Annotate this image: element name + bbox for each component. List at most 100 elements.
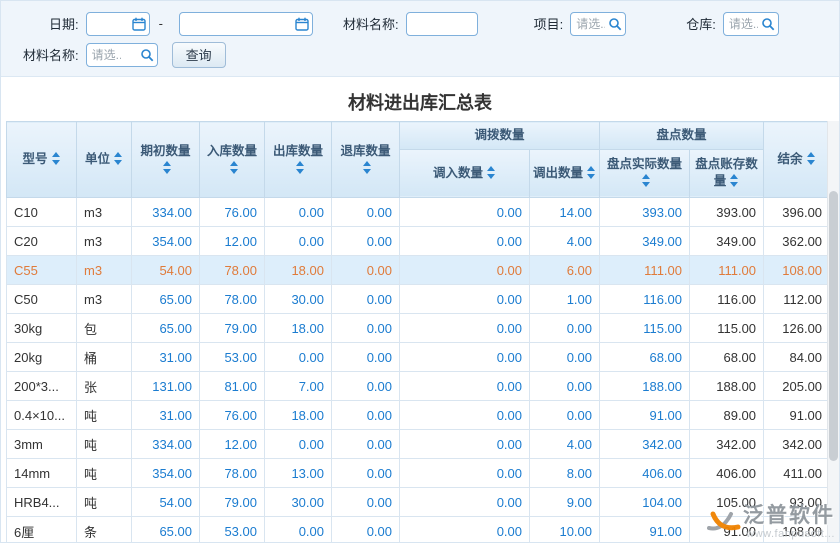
- cell-transfer-out: 4.00: [530, 430, 600, 459]
- table-row[interactable]: 6厘条65.0053.000.000.000.0010.0091.0091.00…: [7, 517, 830, 543]
- col-group-stocktake: 盘点数量: [600, 122, 764, 150]
- col-header-transfer-out[interactable]: 调出数量: [530, 149, 600, 197]
- cell-inbound: 79.00: [200, 488, 265, 517]
- cell-transfer-out: 4.00: [530, 227, 600, 256]
- table-row[interactable]: 200*3...张131.0081.007.000.000.000.00188.…: [7, 372, 830, 401]
- col-header-stocktake-actual[interactable]: 盘点实际数量: [600, 149, 690, 197]
- cell-stocktake-actual: 115.00: [600, 314, 690, 343]
- table-row[interactable]: 3mm吨334.0012.000.000.000.004.00342.00342…: [7, 430, 830, 459]
- calendar-icon[interactable]: [295, 17, 309, 31]
- sort-icon[interactable]: [363, 161, 372, 174]
- warehouse-select[interactable]: 请选...: [723, 12, 779, 36]
- search-icon[interactable]: [761, 17, 775, 31]
- col-header-label: 单位: [85, 152, 110, 166]
- col-header-stocktake-book[interactable]: 盘点账存数量: [690, 149, 764, 197]
- cell-outbound: 0.00: [265, 517, 332, 543]
- sort-icon[interactable]: [230, 161, 239, 174]
- cell-inbound: 78.00: [200, 459, 265, 488]
- sort-icon[interactable]: [730, 174, 739, 187]
- material-name-field[interactable]: [407, 13, 477, 35]
- cell-stocktake-actual: 68.00: [600, 343, 690, 372]
- material-name-input[interactable]: [406, 12, 478, 36]
- sort-icon[interactable]: [587, 166, 596, 179]
- filter-row-2: 材料名称: 请选... 查询: [11, 39, 829, 70]
- table-row[interactable]: C55m354.0078.0018.000.000.006.00111.0011…: [7, 256, 830, 285]
- cell-beginning: 65.00: [132, 517, 200, 543]
- cell-inbound: 78.00: [200, 256, 265, 285]
- table-row[interactable]: 0.4×10...吨31.0076.0018.000.000.000.0091.…: [7, 401, 830, 430]
- table-row[interactable]: 14mm吨354.0078.0013.000.000.008.00406.004…: [7, 459, 830, 488]
- col-header-model[interactable]: 型号: [7, 122, 77, 198]
- cell-model: 20kg: [7, 343, 77, 372]
- date-to-input[interactable]: [179, 12, 313, 36]
- date-from-input[interactable]: [86, 12, 150, 36]
- cell-balance: 91.00: [764, 401, 829, 430]
- col-header-transfer-in[interactable]: 调入数量: [400, 149, 530, 197]
- col-header-beginning[interactable]: 期初数量: [132, 122, 200, 198]
- cell-outbound: 18.00: [265, 314, 332, 343]
- date-to-field[interactable]: [180, 13, 312, 35]
- sort-icon[interactable]: [296, 161, 305, 174]
- cell-transfer-in: 0.00: [400, 430, 530, 459]
- cell-model: 3mm: [7, 430, 77, 459]
- cell-beginning: 65.00: [132, 285, 200, 314]
- col-header-outbound[interactable]: 出库数量: [265, 122, 332, 198]
- cell-returned: 0.00: [332, 256, 400, 285]
- table-header: 型号 单位 期初数量 入库数量 出库数量 退库数量 调拨数量 盘点数量 结余 调…: [7, 122, 830, 198]
- sort-icon[interactable]: [114, 152, 123, 165]
- calendar-icon[interactable]: [132, 17, 146, 31]
- sort-icon[interactable]: [52, 152, 61, 165]
- cell-balance: 396.00: [764, 198, 829, 227]
- table-row[interactable]: C20m3354.0012.000.000.000.004.00349.0034…: [7, 227, 830, 256]
- cell-balance: 108.00: [764, 256, 829, 285]
- search-icon[interactable]: [140, 48, 154, 62]
- cell-model: HRB4...: [7, 488, 77, 517]
- cell-outbound: 0.00: [265, 198, 332, 227]
- cell-returned: 0.00: [332, 401, 400, 430]
- cell-outbound: 30.00: [265, 488, 332, 517]
- project-select[interactable]: 请选...: [570, 12, 626, 36]
- scrollbar-thumb[interactable]: [829, 191, 838, 461]
- cell-inbound: 76.00: [200, 401, 265, 430]
- cell-transfer-in: 0.00: [400, 256, 530, 285]
- cell-transfer-out: 8.00: [530, 459, 600, 488]
- table-row[interactable]: HRB4...吨54.0079.0030.000.000.009.00104.0…: [7, 488, 830, 517]
- query-button[interactable]: 查询: [172, 42, 226, 68]
- sort-icon[interactable]: [807, 152, 816, 165]
- sort-icon[interactable]: [163, 161, 172, 174]
- col-header-unit[interactable]: 单位: [77, 122, 132, 198]
- cell-transfer-in: 0.00: [400, 372, 530, 401]
- cell-inbound: 12.00: [200, 227, 265, 256]
- cell-inbound: 78.00: [200, 285, 265, 314]
- cell-transfer-in: 0.00: [400, 285, 530, 314]
- col-header-label: 调入数量: [433, 166, 483, 180]
- cell-model: 6厘: [7, 517, 77, 543]
- search-icon[interactable]: [608, 17, 622, 31]
- col-header-returned[interactable]: 退库数量: [332, 122, 400, 198]
- col-header-label: 退库数量: [340, 144, 390, 158]
- cell-unit: 条: [77, 517, 132, 543]
- table-row[interactable]: C10m3334.0076.000.000.000.0014.00393.003…: [7, 198, 830, 227]
- cell-unit: 张: [77, 372, 132, 401]
- cell-unit: 吨: [77, 430, 132, 459]
- cell-stocktake-book: 68.00: [690, 343, 764, 372]
- cell-beginning: 54.00: [132, 488, 200, 517]
- col-header-label: 出库数量: [273, 144, 323, 158]
- table-row[interactable]: 20kg桶31.0053.000.000.000.000.0068.0068.0…: [7, 343, 830, 372]
- cell-unit: m3: [77, 285, 132, 314]
- cell-balance: 112.00: [764, 285, 829, 314]
- sort-icon[interactable]: [487, 166, 496, 179]
- cell-returned: 0.00: [332, 517, 400, 543]
- col-header-inbound[interactable]: 入库数量: [200, 122, 265, 198]
- vertical-scrollbar[interactable]: [827, 121, 839, 542]
- col-header-balance[interactable]: 结余: [764, 122, 829, 198]
- cell-stocktake-actual: 188.00: [600, 372, 690, 401]
- table-row[interactable]: C50m365.0078.0030.000.000.001.00116.0011…: [7, 285, 830, 314]
- cell-transfer-out: 9.00: [530, 488, 600, 517]
- sort-icon[interactable]: [642, 174, 651, 187]
- col-header-label: 盘点数量: [657, 128, 707, 142]
- material-select[interactable]: 请选...: [86, 43, 158, 67]
- col-header-label: 结余: [778, 152, 803, 166]
- cell-stocktake-actual: 91.00: [600, 401, 690, 430]
- table-row[interactable]: 30kg包65.0079.0018.000.000.000.00115.0011…: [7, 314, 830, 343]
